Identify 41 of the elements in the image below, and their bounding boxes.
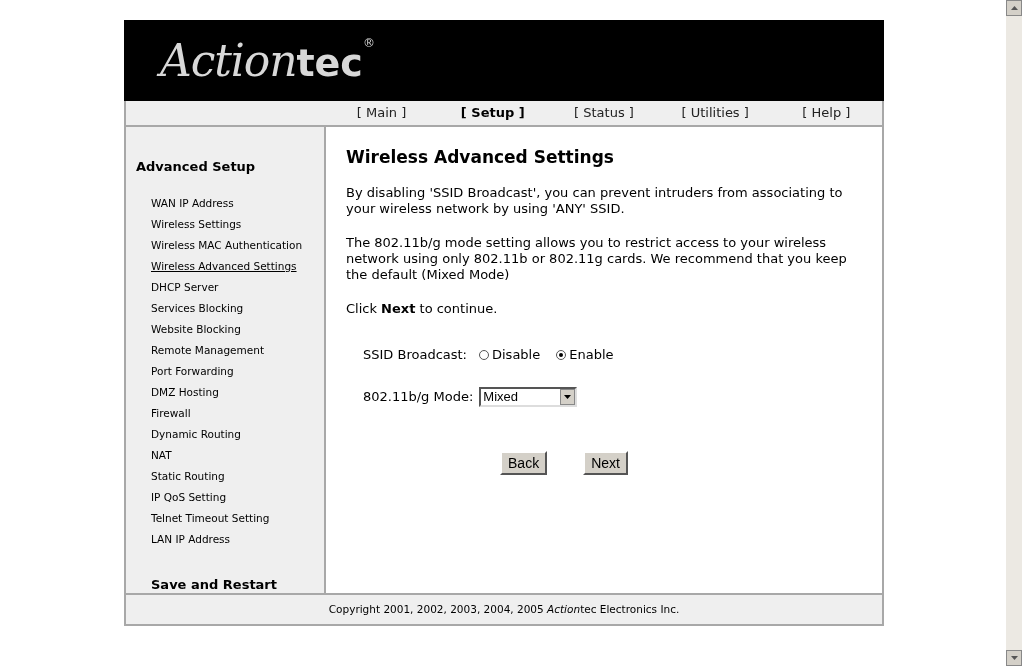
page-title: Wireless Advanced Settings: [346, 149, 615, 165]
radio-option[interactable]: Disable: [479, 347, 541, 363]
nav-tab[interactable]: [ Setup ]: [460, 103, 525, 123]
description-text: Click Next to continue.: [346, 301, 499, 317]
sidebar-heading: Advanced Setup: [135, 158, 257, 176]
save-and-restart-link[interactable]: Save and Restart: [126, 574, 324, 594]
sidebar-link[interactable]: Firewall: [151, 404, 191, 421]
description-text: The 802.11b/g mode setting allows you to restrict access to your wireless network using only 802.11b or 802.11g cards. We recommend that you keep the default (Mixed Mode): [346, 235, 848, 283]
nav-tab[interactable]: [ Help ]: [802, 103, 851, 123]
scroll-down-icon[interactable]: [1006, 650, 1022, 666]
sidebar-link[interactable]: Port Forwarding: [151, 362, 234, 379]
sidebar-link[interactable]: WAN IP Address: [151, 194, 234, 211]
nav-tab[interactable]: [ Status ]: [574, 103, 634, 123]
nav-tab[interactable]: [ Main ]: [356, 103, 407, 123]
sidebar-link[interactable]: LAN IP Address: [151, 530, 231, 547]
sidebar-link[interactable]: NAT: [151, 446, 172, 463]
sidebar-link[interactable]: DHCP Server: [151, 278, 219, 295]
sidebar-link[interactable]: Static Routing: [151, 467, 225, 484]
sidebar-link[interactable]: Wireless MAC Authentication: [151, 236, 303, 253]
scrollbar[interactable]: [1006, 0, 1022, 666]
sidebar-link[interactable]: Wireless Settings: [151, 215, 242, 232]
nav-tab[interactable]: [ Utilities ]: [681, 103, 749, 123]
copyright-text: Copyright 2001, 2002, 2003, 2004, 2005 Actiontec Electronics Inc.: [328, 601, 680, 617]
ssid-broadcast-label: SSID Broadcast:: [363, 347, 467, 363]
scroll-up-icon[interactable]: [1006, 0, 1022, 16]
sidebar-link[interactable]: Telnet Timeout Setting: [151, 509, 270, 526]
radio-icon[interactable]: [479, 350, 489, 360]
radio-icon[interactable]: [556, 350, 567, 360]
sidebar-link[interactable]: Remote Management: [151, 341, 265, 358]
sidebar-link[interactable]: DMZ Hosting: [151, 383, 219, 400]
form-button[interactable]: Next: [583, 451, 628, 475]
sidebar-link[interactable]: Wireless Advanced Settings: [151, 257, 297, 274]
mode-select[interactable]: Mixed: [479, 387, 578, 407]
sidebar-link[interactable]: IP QoS Setting: [151, 488, 227, 505]
form-button[interactable]: Back: [500, 451, 548, 475]
sidebar-link[interactable]: Services Blocking: [151, 299, 244, 316]
sidebar-link[interactable]: Website Blocking: [151, 320, 241, 337]
mode-label: 802.11b/g Mode:: [363, 389, 474, 405]
radio-option[interactable]: Enable: [556, 347, 614, 363]
sidebar-link[interactable]: Dynamic Routing: [151, 425, 241, 442]
description-text: By disabling 'SSID Broadcast', you can prevent intruders from associating to your wireless network by using 'ANY' SSID.: [346, 185, 844, 217]
